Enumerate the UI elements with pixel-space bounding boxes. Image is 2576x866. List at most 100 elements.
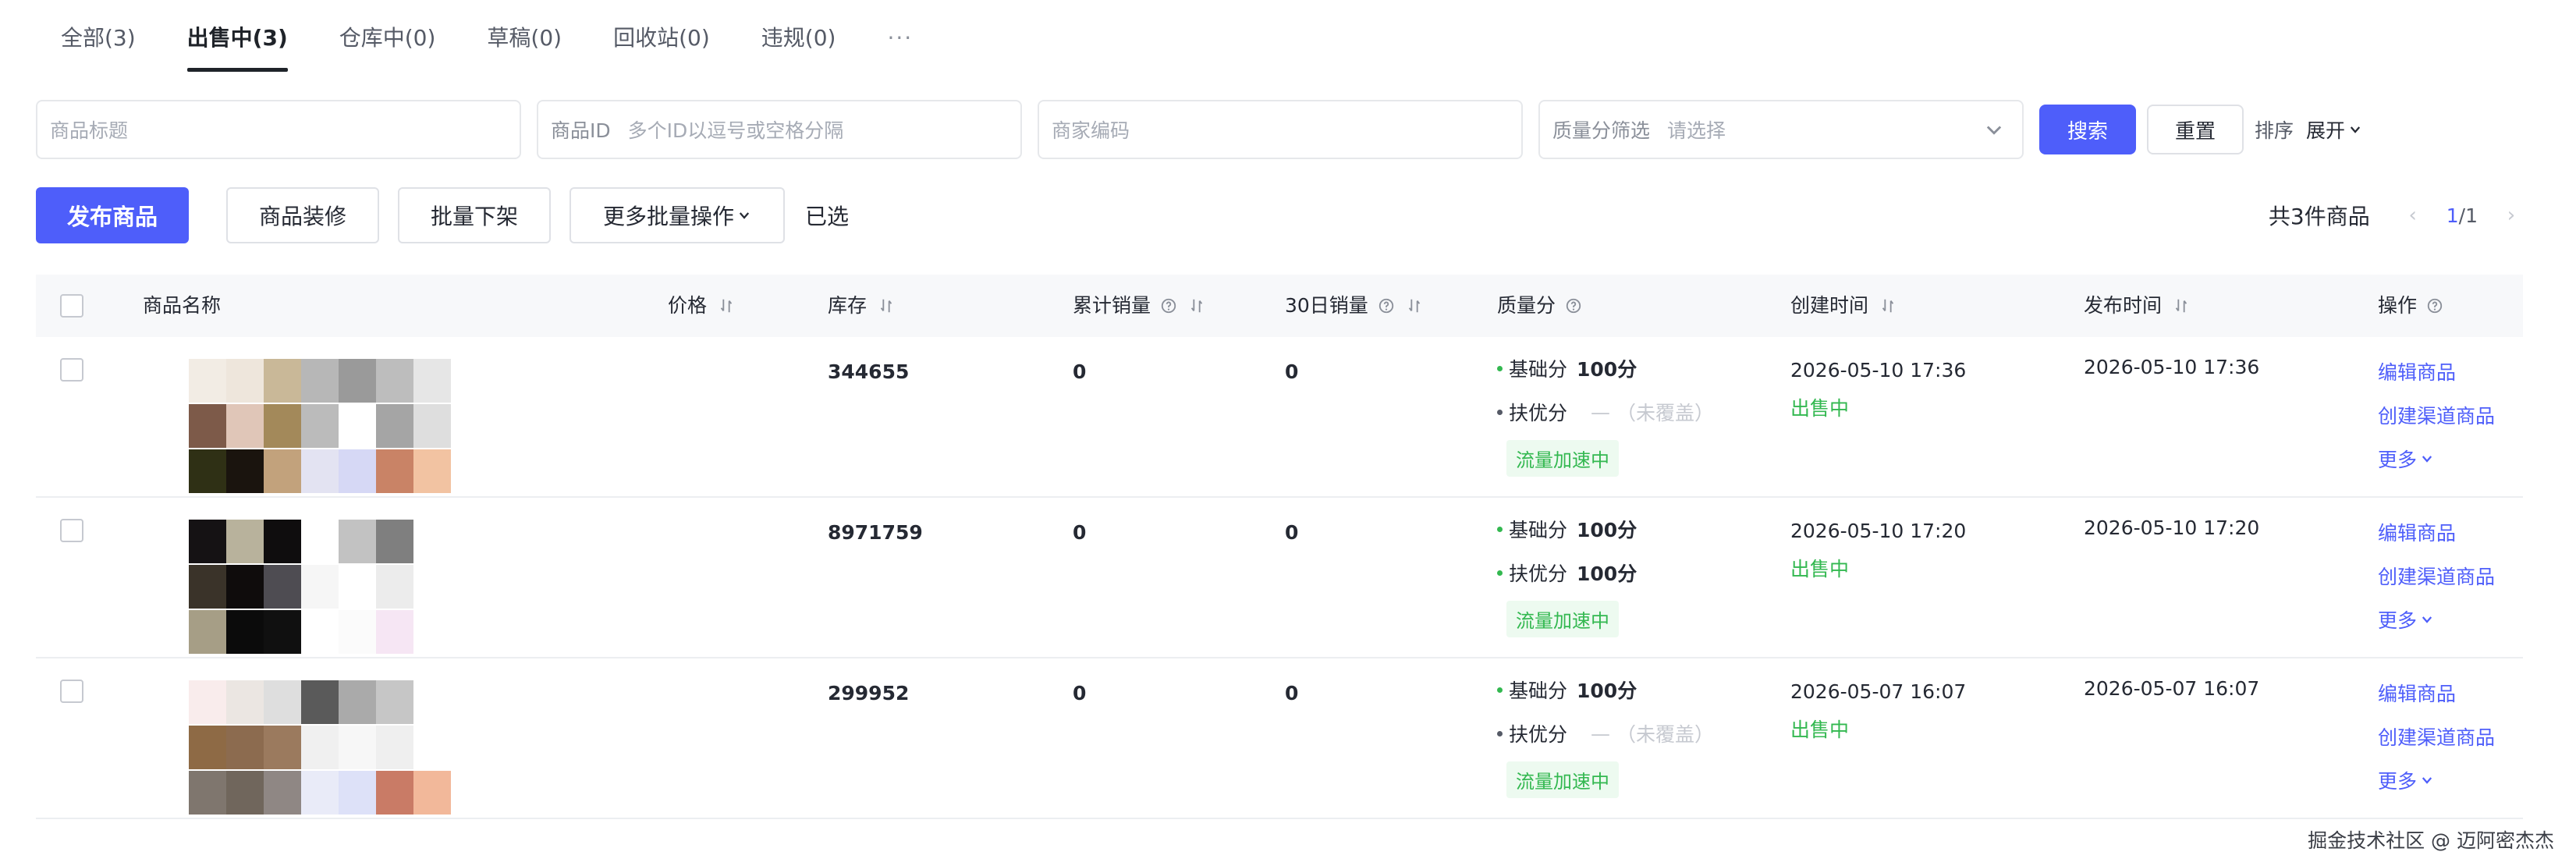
col-stock[interactable]: 库存 xyxy=(828,275,895,337)
more-batch-actions-button[interactable]: 更多批量操作 xyxy=(569,187,785,243)
product-thumbnail[interactable] xyxy=(153,513,621,654)
tab-violation[interactable]: 违规(0) xyxy=(761,20,836,72)
thumbnail-pixel xyxy=(226,520,264,563)
tab-warehouse[interactable]: 仓库中(0) xyxy=(339,20,436,72)
edit-product-link[interactable]: 编辑商品 xyxy=(2378,518,2495,546)
select-all-checkbox[interactable] xyxy=(60,294,83,318)
thumbnail-pixel xyxy=(339,680,376,724)
row-checkbox[interactable] xyxy=(60,358,83,382)
quality-score-select[interactable]: 质量分筛选 请选择 xyxy=(1538,100,2024,159)
thumbnail-pixel xyxy=(301,610,339,654)
thumbnail-pixel xyxy=(413,610,451,654)
col-total-sales[interactable]: 累计销量 xyxy=(1073,275,1205,337)
edit-product-link[interactable]: 编辑商品 xyxy=(2378,679,2495,707)
stock-value: 344655 xyxy=(828,360,910,383)
batch-offline-button[interactable]: 批量下架 xyxy=(398,187,551,243)
status-badge: 出售中 xyxy=(1790,558,1850,580)
thumbnail-pixel xyxy=(189,404,226,448)
sort-label: 排序 xyxy=(2255,119,2294,142)
base-score-value: 100分 xyxy=(1577,519,1637,541)
thumbnail-pixel xyxy=(226,565,264,609)
publish-product-button[interactable]: 发布商品 xyxy=(36,187,189,243)
thumbnail-pixel xyxy=(413,771,451,815)
pagination: ‹ 1/1 › xyxy=(2401,204,2523,227)
row-checkbox[interactable] xyxy=(60,680,83,703)
sales-30d-value: 0 xyxy=(1285,521,1299,544)
priority-score: 扶优分 — （未覆盖） xyxy=(1497,719,1714,747)
priority-score-dash: — xyxy=(1591,400,1611,424)
product-thumbnail[interactable] xyxy=(153,353,621,493)
priority-score-not-covered: （未覆盖） xyxy=(1616,402,1715,424)
thumbnail-pixel xyxy=(413,680,451,724)
product-id-label: 商品ID xyxy=(551,119,611,142)
tab-draft[interactable]: 草稿(0) xyxy=(487,20,562,72)
create-channel-product-link[interactable]: 创建渠道商品 xyxy=(2378,722,2495,751)
search-button[interactable]: 搜索 xyxy=(2039,105,2136,154)
product-title-input[interactable]: 商品标题 xyxy=(36,100,521,159)
quality-score-label: 质量分筛选 xyxy=(1552,119,1651,142)
expand-toggle[interactable]: 展开 xyxy=(2306,115,2362,144)
next-page-icon[interactable]: › xyxy=(2500,204,2523,227)
create-channel-product-link[interactable]: 创建渠道商品 xyxy=(2378,562,2495,590)
base-score-value: 100分 xyxy=(1577,358,1637,381)
tab-recycle-bin[interactable]: 回收站(0) xyxy=(613,20,710,72)
thumbnail-pixel xyxy=(226,449,264,493)
col-30d-sales[interactable]: 30日销量 xyxy=(1285,275,1423,337)
total-pages: /1 xyxy=(2458,204,2478,227)
tab-on-sale[interactable]: 出售中(3) xyxy=(186,20,288,72)
base-score-label: 基础分 xyxy=(1509,519,1568,541)
chevron-down-icon xyxy=(1986,126,2002,135)
reset-button[interactable]: 重置 xyxy=(2147,105,2244,154)
current-page: 1 xyxy=(2446,204,2459,227)
status-dot xyxy=(1497,409,1503,415)
thumbnail-pixel xyxy=(339,449,376,493)
table-row: 8971759 0 0 基础分 100分 扶优分 100分 流量加速中 2026… xyxy=(36,498,2523,658)
priority-score-label: 扶优分 xyxy=(1509,563,1568,585)
thumbnail-pixel xyxy=(413,359,451,403)
thumbnail-pixel xyxy=(376,771,413,815)
product-thumbnail[interactable] xyxy=(153,674,621,815)
col-price[interactable]: 价格 xyxy=(668,275,735,337)
tabs-more-icon[interactable]: ··· xyxy=(887,20,913,72)
product-decorate-button[interactable]: 商品装修 xyxy=(226,187,379,243)
base-score-value: 100分 xyxy=(1577,680,1637,702)
merchant-code-input[interactable]: 商家编码 xyxy=(1038,100,1523,159)
thumbnail-pixel xyxy=(301,449,339,493)
thumbnail-pixel xyxy=(264,449,301,493)
create-channel-product-link[interactable]: 创建渠道商品 xyxy=(2378,401,2495,429)
row-operations: 编辑商品 创建渠道商品 更多 xyxy=(2378,679,2495,794)
col-name-label: 商品名称 xyxy=(143,294,222,317)
thumbnail-pixel xyxy=(189,565,226,609)
edit-product-link[interactable]: 编辑商品 xyxy=(2378,357,2495,385)
total-sales-value: 0 xyxy=(1073,521,1087,544)
col-created[interactable]: 创建时间 xyxy=(1790,275,1897,337)
thumbnail-pixel xyxy=(339,520,376,563)
thumbnail-pixel xyxy=(301,520,339,563)
priority-score-label: 扶优分 xyxy=(1509,402,1568,424)
tab-all[interactable]: 全部(3) xyxy=(61,20,136,72)
sort-icon xyxy=(1408,299,1420,313)
priority-score-not-covered: （未覆盖） xyxy=(1616,723,1715,746)
more-ops-link[interactable]: 更多 xyxy=(2378,605,2495,634)
published-time: 2026-05-10 17:36 xyxy=(2084,356,2260,378)
thumbnail-pixel xyxy=(413,404,451,448)
more-ops-link[interactable]: 更多 xyxy=(2378,445,2495,473)
col-published[interactable]: 发布时间 xyxy=(2084,275,2190,337)
sort-icon xyxy=(1882,299,1894,313)
product-id-input[interactable]: 商品ID 多个ID以逗号或空格分隔 xyxy=(537,100,1022,159)
status-dot xyxy=(1497,687,1503,693)
sort-icon xyxy=(720,299,733,313)
prev-page-icon[interactable]: ‹ xyxy=(2401,204,2425,227)
col-published-label: 发布时间 xyxy=(2084,294,2163,317)
created-time: 2026-05-10 17:20 xyxy=(1790,520,1967,542)
row-checkbox[interactable] xyxy=(60,519,83,542)
col-quality: 质量分 xyxy=(1497,275,1582,337)
thumbnail-pixel xyxy=(301,771,339,815)
merchant-code-placeholder: 商家编码 xyxy=(1052,119,1130,142)
more-ops-link[interactable]: 更多 xyxy=(2378,766,2495,794)
thumbnail-pixel xyxy=(339,404,376,448)
thumbnail-pixel xyxy=(301,359,339,403)
sort-icon xyxy=(1190,299,1203,313)
thumbnail-pixel xyxy=(189,520,226,563)
thumbnail-pixel xyxy=(226,359,264,403)
